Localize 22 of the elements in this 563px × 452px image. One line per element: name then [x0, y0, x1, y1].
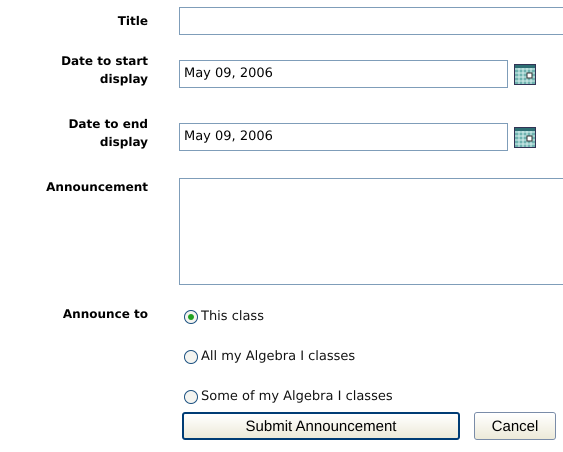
date-field[interactable]: May 09, 2006 [179, 60, 508, 88]
radio-button[interactable] [184, 390, 198, 404]
radio-label: This class [201, 308, 264, 326]
field-label: Announce to [62, 306, 148, 323]
calendar-icon[interactable] [514, 126, 536, 148]
submit-button[interactable]: Submit Announcement [182, 412, 460, 440]
radio-button[interactable] [184, 350, 198, 364]
field-label: Date to end display [67, 116, 148, 151]
announcement-field[interactable] [179, 178, 563, 285]
radio-option[interactable]: All my Algebra I classes [184, 347, 563, 366]
radio-option[interactable]: This class [184, 307, 563, 326]
radio-label: All my Algebra I classes [201, 348, 356, 366]
calendar-icon[interactable] [514, 62, 536, 84]
radio-label: Some of my Algebra I classes [201, 388, 393, 406]
field-label: Date to start display [60, 53, 148, 88]
title-field[interactable] [179, 7, 563, 35]
radio-option[interactable]: Some of my Algebra I classes [184, 387, 563, 406]
radio-button[interactable] [184, 310, 198, 324]
date-field[interactable]: May 09, 2006 [179, 122, 508, 150]
field-label: Announcement [45, 179, 148, 196]
field-label: Title [116, 13, 148, 30]
cancel-button[interactable]: Cancel [474, 412, 556, 440]
